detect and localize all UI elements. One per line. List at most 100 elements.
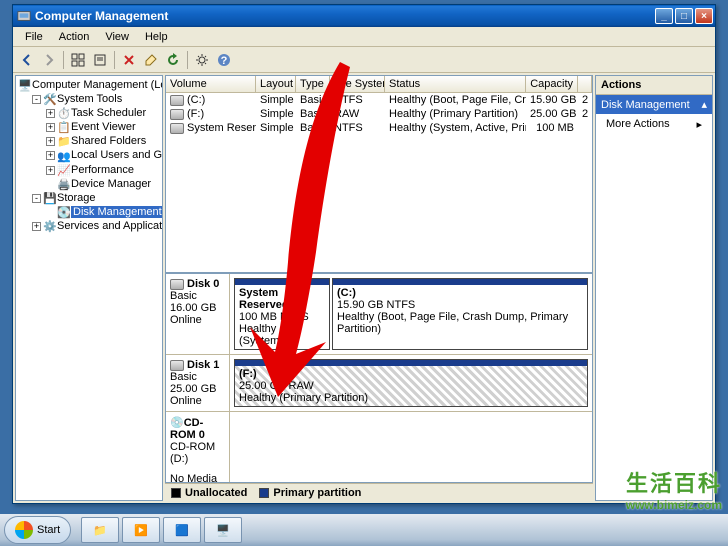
partition-name: (F:) xyxy=(239,368,257,380)
disk-icon: 💽 xyxy=(57,206,69,218)
menu-action[interactable]: Action xyxy=(51,29,98,45)
volume-list[interactable]: Volume Layout Type File System Status Ca… xyxy=(165,75,593,273)
expand-icon[interactable]: + xyxy=(32,222,41,231)
volume-status: Healthy (Boot, Page File, Crash Dump, Pr… xyxy=(385,93,526,107)
taskbar[interactable]: Start 📁 ▶️ 🟦 🖥️ xyxy=(0,514,728,546)
disk-info[interactable]: Disk 0 Basic 16.00 GB Online xyxy=(166,274,230,354)
watermark-title: 生活百科 xyxy=(626,466,722,498)
expand-icon[interactable]: + xyxy=(46,137,55,146)
menu-help[interactable]: Help xyxy=(137,29,176,45)
start-button[interactable]: Start xyxy=(4,516,71,544)
tree-root[interactable]: 🖥️Computer Management (Local) xyxy=(18,78,160,92)
collapse-icon[interactable]: - xyxy=(32,194,41,203)
taskbar-item-compmgmt[interactable]: 🖥️ xyxy=(204,517,242,543)
view-options-button[interactable] xyxy=(68,50,88,70)
tree-label: Device Manager xyxy=(71,178,151,190)
col-volume[interactable]: Volume xyxy=(166,76,256,92)
col-type[interactable]: Type xyxy=(296,76,330,92)
legend-swatch-unallocated xyxy=(171,488,181,498)
window-title: Computer Management xyxy=(35,9,655,23)
forward-button[interactable] xyxy=(39,50,59,70)
partition-name: (C:) xyxy=(337,287,356,299)
body: 🖥️Computer Management (Local) -🛠️System … xyxy=(13,73,715,503)
volume-header-row: Volume Layout Type File System Status Ca… xyxy=(166,76,592,93)
toolbar: ? xyxy=(13,47,715,73)
disk-info[interactable]: 💿CD-ROM 0 CD-ROM (D:) No Media xyxy=(166,412,230,483)
toolbar-separator xyxy=(63,51,64,69)
more-actions-link[interactable]: More Actions ▸ xyxy=(596,114,712,135)
partition-system-reserved[interactable]: System Reserved 100 MB NTFS Healthy (Sys… xyxy=(234,278,330,350)
expand-icon[interactable]: + xyxy=(46,166,55,175)
partition-name: System Reserved xyxy=(239,287,289,311)
tree-services-apps[interactable]: +⚙️Services and Applications xyxy=(18,219,160,233)
titlebar[interactable]: Computer Management _ □ × xyxy=(13,5,715,27)
volume-row[interactable]: (F:) Simple Basic RAW Healthy (Primary P… xyxy=(166,107,592,121)
tree-device-manager[interactable]: 🖨️Device Manager xyxy=(18,177,160,191)
col-capacity[interactable]: Capacity xyxy=(526,76,578,92)
tree-performance[interactable]: +📈Performance xyxy=(18,163,160,177)
partition-stripe xyxy=(235,279,329,285)
taskbar-item-app[interactable]: 🟦 xyxy=(163,517,201,543)
cdrom-icon: 💿 xyxy=(170,417,184,429)
partition-stripe xyxy=(235,360,587,366)
chevron-right-icon: ▸ xyxy=(696,118,702,131)
volume-fs: NTFS xyxy=(330,121,385,135)
tree-disk-management[interactable]: 💽Disk Management xyxy=(18,205,160,219)
navigation-tree[interactable]: 🖥️Computer Management (Local) -🛠️System … xyxy=(15,75,163,501)
properties-icon[interactable] xyxy=(141,50,161,70)
help-button[interactable]: ? xyxy=(214,50,234,70)
volume-row[interactable]: System Reserved Simple Basic NTFS Health… xyxy=(166,121,592,135)
settings-button[interactable] xyxy=(192,50,212,70)
tree-shared-folders[interactable]: +📁Shared Folders xyxy=(18,134,160,148)
tree-event-viewer[interactable]: +📋Event Viewer xyxy=(18,120,160,134)
tree-task-scheduler[interactable]: +⏱️Task Scheduler xyxy=(18,106,160,120)
close-button[interactable]: × xyxy=(695,8,713,24)
maximize-button[interactable]: □ xyxy=(675,8,693,24)
disk-map[interactable]: Disk 0 Basic 16.00 GB Online System Rese… xyxy=(165,273,593,483)
actions-context-label: Disk Management xyxy=(601,99,690,111)
collapse-icon[interactable]: - xyxy=(32,95,41,104)
tree-system-tools[interactable]: -🛠️System Tools xyxy=(18,92,160,106)
expand-icon[interactable]: + xyxy=(46,123,55,132)
minimize-button[interactable]: _ xyxy=(655,8,673,24)
col-layout[interactable]: Layout xyxy=(256,76,296,92)
tree-local-users[interactable]: +👥Local Users and Groups xyxy=(18,148,160,162)
taskbar-item-media[interactable]: ▶️ xyxy=(122,517,160,543)
volume-row[interactable]: (C:) Simple Basic NTFS Healthy (Boot, Pa… xyxy=(166,93,592,107)
disk-row-0: Disk 0 Basic 16.00 GB Online System Rese… xyxy=(166,274,592,355)
volume-icon xyxy=(170,109,184,120)
tree-label: Shared Folders xyxy=(71,135,146,147)
col-file-system[interactable]: File System xyxy=(330,76,385,92)
partition-c[interactable]: (C:) 15.90 GB NTFS Healthy (Boot, Page F… xyxy=(332,278,588,350)
legend-label: Primary partition xyxy=(273,487,361,499)
expand-icon[interactable]: + xyxy=(46,109,55,118)
properties-button[interactable] xyxy=(90,50,110,70)
back-button[interactable] xyxy=(17,50,37,70)
start-label: Start xyxy=(37,524,60,536)
volume-icon xyxy=(170,123,184,134)
partition-f[interactable]: (F:) 25.00 GB RAW Healthy (Primary Parti… xyxy=(234,359,588,407)
taskbar-item-explorer[interactable]: 📁 xyxy=(81,517,119,543)
disk-info[interactable]: Disk 1 Basic 25.00 GB Online xyxy=(166,355,230,411)
media-icon: ▶️ xyxy=(134,524,148,537)
disk-icon xyxy=(170,279,184,290)
volume-status: Healthy (Primary Partition) xyxy=(385,107,526,121)
watermark: 生活百科 www.bimeiz.com xyxy=(626,466,722,512)
windows-logo-icon xyxy=(15,521,33,539)
toolbar-separator xyxy=(187,51,188,69)
menu-file[interactable]: File xyxy=(17,29,51,45)
tree-storage[interactable]: -💾Storage xyxy=(18,191,160,205)
col-overflow[interactable] xyxy=(578,76,592,92)
disk-title: Disk 0 xyxy=(187,278,219,290)
menu-view[interactable]: View xyxy=(97,29,137,45)
legend: Unallocated Primary partition xyxy=(165,483,593,501)
col-status[interactable]: Status xyxy=(385,76,526,92)
tree-label: Services and Applications xyxy=(57,220,163,232)
actions-context[interactable]: Disk Management ▴ xyxy=(596,95,712,114)
volume-extra: 2 xyxy=(578,107,592,121)
disk-row-1: Disk 1 Basic 25.00 GB Online (F:) 25.00 … xyxy=(166,355,592,412)
refresh-button[interactable] xyxy=(163,50,183,70)
delete-button[interactable] xyxy=(119,50,139,70)
expand-icon[interactable]: + xyxy=(46,151,55,160)
volume-capacity: 25.00 GB xyxy=(526,107,578,121)
